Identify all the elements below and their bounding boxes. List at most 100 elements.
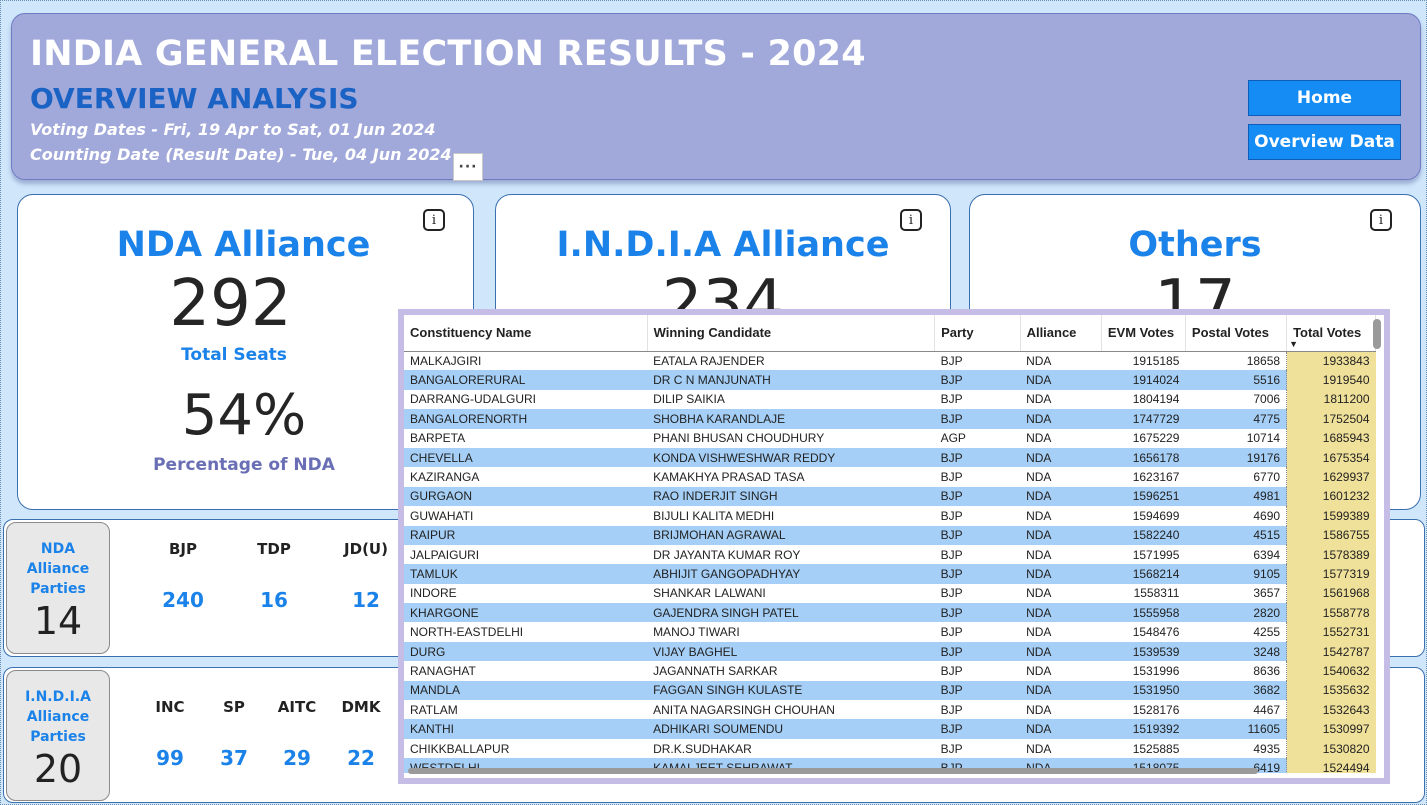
table-cell: NDA xyxy=(1026,663,1052,678)
seat-count: 292 xyxy=(169,267,292,341)
table-cell: 1558778 xyxy=(1286,603,1376,623)
horizontal-scrollbar[interactable] xyxy=(408,768,1258,774)
table-row[interactable]: CHEVELLA KONDA VISHWESHWAR REDDY BJP NDA 165… xyxy=(404,447,1376,468)
table-cell: ADHIKARI SOUMENDU xyxy=(647,719,935,739)
table-cell: 9105 xyxy=(1185,564,1287,584)
overview-data-button[interactable]: Overview Data xyxy=(1248,124,1401,160)
table-row[interactable]: KANTHI ADHIKARI SOUMENDU BJP NDA 1519392 1160… xyxy=(404,719,1376,739)
table-cell: 4775 xyxy=(1185,409,1287,429)
table-row[interactable]: DURG VIJAY BAGHEL BJP NDA 1539539 3248 1542787 xyxy=(404,641,1376,662)
table-row[interactable]: RAIPUR BRIJMOHAN AGRAWAL BJP NDA 1582240 4515… xyxy=(404,525,1376,545)
table-cell: BJP xyxy=(940,470,963,485)
nda-party-count-box: NDA Alliance Parties 14 xyxy=(6,522,110,654)
table-row[interactable]: INDORE SHANKAR LALWANI BJP NDA 1558311 3657 15… xyxy=(404,583,1376,604)
table-cell: NDA xyxy=(1026,586,1052,601)
table-cell: EATALA RAJENDER xyxy=(653,353,765,368)
table-cell: 1675229 xyxy=(1132,431,1180,446)
party-sp: SP 37 xyxy=(199,698,269,770)
count-label: Alliance xyxy=(26,709,90,725)
table-cell: 1519392 xyxy=(1101,719,1186,739)
table-cell: NDA xyxy=(1020,370,1102,390)
party-jdu: JD(U) 12 xyxy=(331,540,401,612)
table-cell: 1578389 xyxy=(1286,544,1376,565)
table-row[interactable]: GURGAON RAO INDERJIT SINGH BJP NDA 1596251 49… xyxy=(404,486,1376,507)
counting-date: Counting Date (Result Date) - Tue, 04 Ju… xyxy=(30,145,452,164)
column-header-label: Total Votes xyxy=(1293,325,1362,341)
table-cell: BJP xyxy=(940,663,963,678)
table-cell: 1601232 xyxy=(1286,486,1376,507)
table-cell: GURGAON xyxy=(404,486,648,507)
column-header[interactable]: Party xyxy=(934,315,1021,352)
table-row[interactable]: BARPETA PHANI BHUSAN CHOUDHURY AGP NDA 16752… xyxy=(404,428,1376,448)
table-cell: BJP xyxy=(934,641,1021,662)
table-cell: KHARGONE xyxy=(404,603,648,623)
table-row[interactable]: RATLAM ANITA NAGARSINGH CHOUHAN BJP NDA 1528… xyxy=(404,700,1376,720)
table-cell: BJP xyxy=(934,603,1021,623)
table-cell: MANDLA xyxy=(404,680,648,701)
table-row[interactable]: KHARGONE GAJENDRA SINGH PATEL BJP NDA 155595… xyxy=(404,603,1376,623)
table-cell: 6394 xyxy=(1253,547,1281,562)
count-label: I.N.D.I.A xyxy=(25,689,91,705)
table-cell: DR.K.SUDHAKAR xyxy=(653,741,752,756)
sort-descending-icon: ▼ xyxy=(1289,339,1298,349)
table-row[interactable]: KAZIRANGA KAMAKHYA PRASAD TASA BJP NDA 16231… xyxy=(404,467,1376,487)
table-cell: 1685943 xyxy=(1286,428,1376,448)
table-row[interactable]: CHIKKBALLAPUR DR.K.SUDHAKAR BJP NDA 1525885 4… xyxy=(404,738,1376,759)
table-cell: BJP xyxy=(934,719,1021,739)
table-cell: NDA xyxy=(1020,564,1102,584)
count-label: Alliance xyxy=(26,561,90,577)
home-button[interactable]: Home xyxy=(1248,80,1401,116)
column-header[interactable]: EVM Votes xyxy=(1101,315,1186,352)
table-cell: VIJAY BAGHEL xyxy=(647,641,935,662)
table-cell: MANOJ TIWARI xyxy=(653,625,740,640)
table-cell: KANTHI xyxy=(404,719,648,739)
count-label: Parties xyxy=(30,581,86,597)
table-row[interactable]: GUWAHATI BIJULI KALITA MEDHI BJP NDA 1594699… xyxy=(404,506,1376,526)
table-cell: ANITA NAGARSINGH CHOUHAN xyxy=(653,702,835,717)
more-options-icon[interactable]: ··· xyxy=(453,153,483,181)
column-header[interactable]: Winning Candidate xyxy=(647,315,936,352)
table-cell: 19176 xyxy=(1185,447,1287,468)
table-cell: KAMAKHYA PRASAD TASA xyxy=(653,470,805,485)
table-cell: 4255 xyxy=(1253,625,1281,640)
party-seats: 16 xyxy=(260,588,288,612)
table-cell: 1915185 xyxy=(1132,353,1180,368)
table-cell: GUWAHATI xyxy=(410,508,474,523)
results-table-popup: Constituency Name Winning Candidate Part… xyxy=(398,309,1390,784)
party-seats: 99 xyxy=(156,746,184,770)
table-row[interactable]: RANAGHAT JAGANNATH SARKAR BJP NDA 1531996 863… xyxy=(404,661,1376,681)
table-row[interactable]: MALKAJGIRI EATALA RAJENDER BJP NDA 1915185 18… xyxy=(404,351,1376,371)
table-cell: BJP xyxy=(940,392,963,407)
table-cell: 1530820 xyxy=(1286,738,1376,759)
results-table-viewport[interactable]: Constituency Name Winning Candidate Part… xyxy=(404,315,1376,773)
table-cell: BJP xyxy=(940,508,963,523)
table-cell: BJP xyxy=(934,680,1021,701)
table-row[interactable]: DARRANG-UDALGURI DILIP SAIKIA BJP NDA 180419… xyxy=(404,389,1376,410)
table-cell: 1539539 xyxy=(1101,641,1186,662)
table-row[interactable]: NORTH-EASTDELHI MANOJ TIWARI BJP NDA 1548476… xyxy=(404,622,1376,642)
seat-count-label: Total Seats xyxy=(181,345,287,365)
table-row[interactable]: TAMLUK ABHIJIT GANGOPADHYAY BJP NDA 1568214 9… xyxy=(404,564,1376,584)
party-name: JD(U) xyxy=(344,540,388,558)
column-header-sorted[interactable]: Total Votes ▼ xyxy=(1286,315,1376,352)
column-header[interactable]: Constituency Name xyxy=(404,315,648,352)
column-header[interactable]: Alliance xyxy=(1020,315,1102,352)
vertical-scrollbar[interactable] xyxy=(1373,319,1381,349)
table-cell: 10714 xyxy=(1246,431,1281,446)
table-row[interactable]: JALPAIGURI DR JAYANTA KUMAR ROY BJP NDA 1571… xyxy=(404,544,1376,565)
table-row[interactable]: BANGALORENORTH SHOBHA KARANDLAJE BJP NDA 174… xyxy=(404,409,1376,429)
table-cell: 1561968 xyxy=(1286,583,1376,604)
count-label: Parties xyxy=(30,729,86,745)
party-aitc: AITC 29 xyxy=(262,698,332,770)
table-row[interactable]: MANDLA FAGGAN SINGH KULASTE BJP NDA 1531950 3… xyxy=(404,680,1376,701)
table-cell: 1558311 xyxy=(1133,586,1180,601)
table-cell: 1577319 xyxy=(1286,564,1376,584)
table-cell: JAGANNATH SARKAR xyxy=(653,663,778,678)
table-cell: SHANKAR LALWANI xyxy=(653,586,766,601)
table-cell: NDA xyxy=(1020,447,1102,468)
table-row[interactable]: BANGALORERURAL DR C N MANJUNATH BJP NDA 1914… xyxy=(404,370,1376,390)
results-table: Constituency Name Winning Candidate Part… xyxy=(404,315,1376,773)
table-cell: BANGALORENORTH xyxy=(404,409,648,429)
column-header[interactable]: Postal Votes xyxy=(1185,315,1288,352)
table-cell: SHOBHA KARANDLAJE xyxy=(647,409,935,429)
